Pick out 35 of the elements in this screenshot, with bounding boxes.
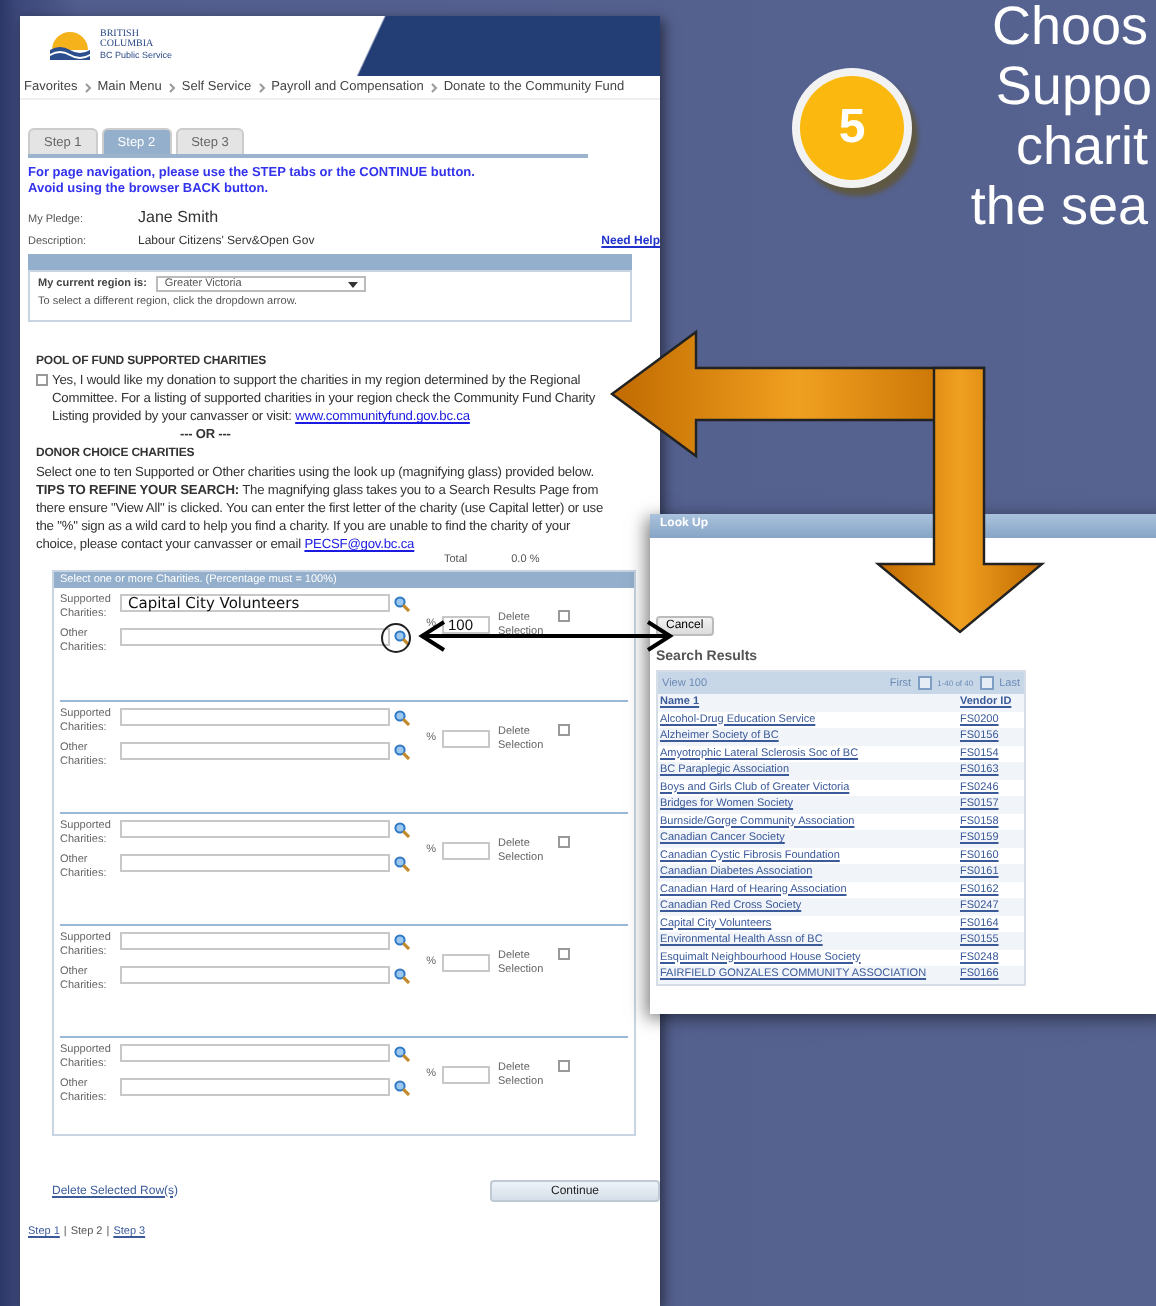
other-charity-field[interactable] [120,1078,390,1096]
supported-charity-field[interactable] [120,820,390,838]
checkbox[interactable] [558,835,570,847]
other-charity-field[interactable] [120,966,390,984]
caption-line: Choos [991,0,1148,56]
checkbox[interactable] [558,723,570,735]
caption-line: Suppo [995,56,1152,116]
percent-field[interactable] [442,730,490,748]
pledge-name: Jane Smith [138,208,219,226]
caption-line: the sea [970,176,1148,236]
highlight-circle [381,623,411,653]
checkbox[interactable] [558,1059,570,1071]
checkbox[interactable] [558,947,570,959]
percent-field[interactable] [442,1066,490,1084]
logo-icon [48,32,92,60]
supported-charity-field[interactable] [120,1044,390,1062]
checkbox[interactable] [558,609,570,621]
checkbox[interactable] [36,374,48,386]
other-charity-field[interactable] [120,854,390,872]
chevron-icon [429,81,438,93]
percent-field[interactable] [442,842,490,860]
percent-field[interactable] [442,954,490,972]
other-charity-field[interactable] [120,742,390,760]
other-charity-field[interactable] [120,628,390,646]
chevron-icon [83,81,92,93]
previous-page-icon[interactable] [917,676,932,690]
chevron-icon [167,81,176,93]
step-number: 5 [800,76,904,180]
supported-charity-field[interactable] [120,932,390,950]
dropdown-caret-icon[interactable] [348,281,359,287]
supported-charity-field[interactable] [120,708,390,726]
caption-line: charit [1015,116,1148,176]
chevron-icon [257,81,266,93]
search-icon[interactable] [394,630,410,646]
next-page-icon[interactable] [979,676,994,690]
